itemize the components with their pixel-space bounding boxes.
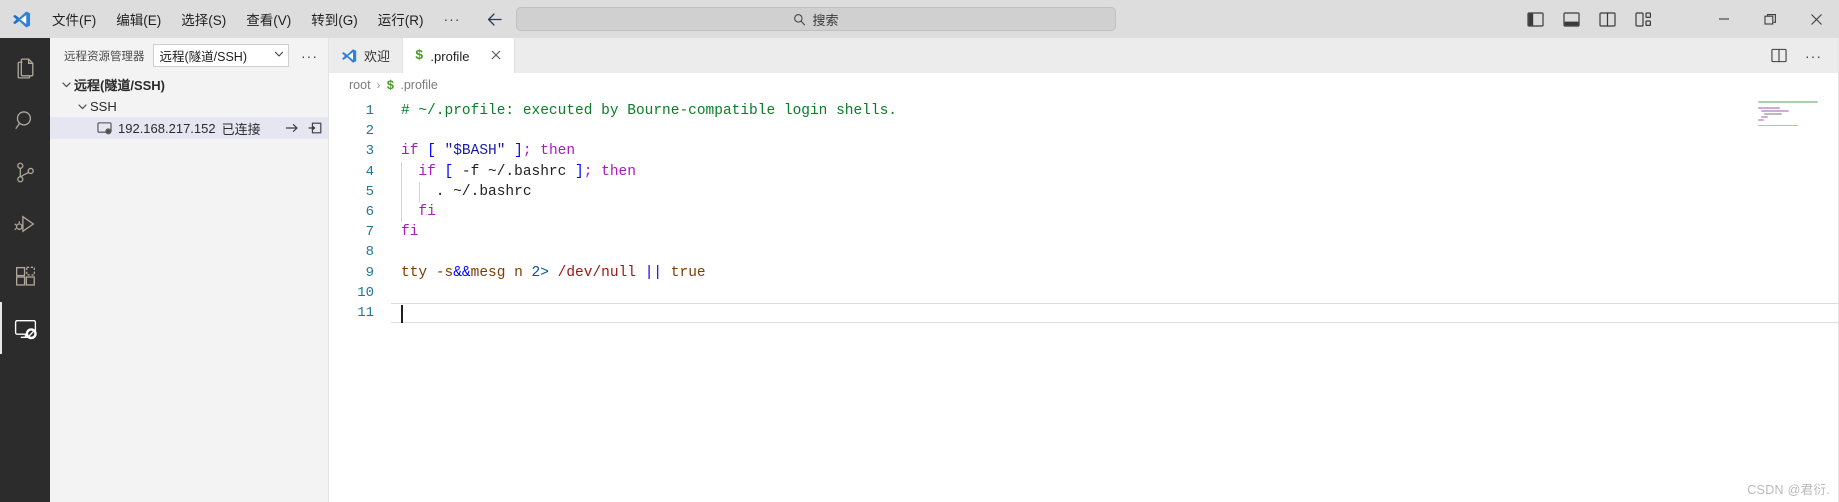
tree-item-remote-root[interactable]: 远程(隧道/SSH) <box>50 73 328 95</box>
close-icon[interactable] <box>1793 0 1839 38</box>
search-input[interactable]: 搜索 <box>516 7 1116 31</box>
line-number: 10 <box>357 284 374 301</box>
layout-toggles <box>1526 10 1653 29</box>
search-placeholder: 搜索 <box>812 12 839 28</box>
connect-in-new-window-icon[interactable] <box>308 121 322 135</box>
ssh-host-actions <box>277 121 322 135</box>
line-number: 3 <box>365 143 374 160</box>
sidebar-header: 远程资源管理器 远程(隧道/SSH) ··· <box>50 38 328 73</box>
code-line-5: . ~/.bashrc <box>391 181 1838 202</box>
tree-item-remote-root-label: 远程(隧道/SSH) <box>74 77 166 93</box>
toggle-secondary-sidebar-icon[interactable] <box>1598 10 1617 29</box>
toggle-primary-sidebar-icon[interactable] <box>1526 10 1545 29</box>
menu-run[interactable]: 运行(R) <box>368 0 434 38</box>
sidebar-title: 远程资源管理器 <box>64 50 145 63</box>
activity-run-debug[interactable] <box>0 198 50 250</box>
activity-search[interactable] <box>0 94 50 146</box>
tab-bar: 欢迎 $ .profile ··· <box>329 38 1838 73</box>
tab-welcome[interactable]: 欢迎 <box>329 38 404 73</box>
menu-bar: 文件(F) 编辑(E) 选择(S) 查看(V) 转到(G) 运行(R) ··· <box>42 0 471 38</box>
minimize-icon[interactable] <box>1701 0 1747 38</box>
tree-item-ssh-group-label: SSH <box>90 98 117 114</box>
split-editor-icon[interactable] <box>1771 48 1787 63</box>
line-number: 9 <box>365 264 374 281</box>
customize-layout-icon[interactable] <box>1634 10 1653 29</box>
more-actions-icon[interactable]: ··· <box>1805 48 1822 64</box>
activity-extensions[interactable] <box>0 250 50 302</box>
code-line-3: if [ "$BASH" ]; then <box>401 143 576 160</box>
activity-bar <box>0 38 50 502</box>
line-number: 11 <box>357 304 374 321</box>
sidebar-more-actions-button[interactable]: ··· <box>297 48 322 64</box>
code-line-6: fi <box>391 201 1838 223</box>
restore-icon[interactable] <box>1747 0 1793 38</box>
menu-selection[interactable]: 选择(S) <box>171 0 236 38</box>
close-icon[interactable] <box>490 49 502 64</box>
line-number: 6 <box>365 203 374 220</box>
code-line-1: # ~/.profile: executed by Bourne-compati… <box>391 101 1838 121</box>
line-number: 2 <box>365 123 374 140</box>
activity-source-control[interactable] <box>0 146 50 198</box>
code-line-7: fi <box>401 224 419 241</box>
ssh-host-status: 已连接 <box>221 121 261 137</box>
menu-file[interactable]: 文件(F) <box>42 0 106 38</box>
text-cursor <box>401 304 403 323</box>
shell-dollar-icon: $ <box>415 48 424 64</box>
line-number: 1 <box>365 103 374 119</box>
code-editor[interactable]: 1 2 3 4 5 6 7 8 9 10 11 # ~/.profile: ex… <box>329 97 1838 502</box>
breadcrumb-separator: › <box>376 78 381 92</box>
menu-goto[interactable]: 转到(G) <box>301 0 368 38</box>
code-line-4: if [ -f ~/.bashrc ]; then <box>391 161 1838 182</box>
search-icon <box>793 13 806 26</box>
watermark-text: CSDN @君衍. <box>1747 483 1830 497</box>
vscode-welcome-icon <box>341 48 357 64</box>
editor-actions: ··· <box>1771 38 1838 73</box>
sidebar-remote-explorer: 远程资源管理器 远程(隧道/SSH) ··· 远程(隧道/SSH) SSH 19… <box>50 38 329 502</box>
chevron-down-icon <box>74 101 90 112</box>
line-number: 5 <box>365 183 374 200</box>
editor-vertical-scrollbar[interactable] <box>1824 97 1838 502</box>
remote-target-value: 远程(隧道/SSH) <box>159 50 248 64</box>
code-line-1-text: # ~/.profile: executed by Bourne-compati… <box>401 103 897 119</box>
menu-overflow-button[interactable]: ··· <box>434 0 471 38</box>
window-controls <box>1701 0 1839 38</box>
tab-profile[interactable]: $ .profile <box>403 38 516 73</box>
tree-item-ssh-host-label: 192.168.217.152 <box>118 120 216 136</box>
chevron-down-icon <box>274 49 284 62</box>
toggle-panel-icon[interactable] <box>1562 10 1581 29</box>
connect-in-current-window-icon[interactable] <box>285 121 299 135</box>
code-line-11 <box>391 302 1838 324</box>
breadcrumb-file[interactable]: .profile <box>400 78 438 92</box>
activity-remote-explorer[interactable] <box>0 302 50 354</box>
chevron-down-icon <box>58 79 74 90</box>
breadcrumb-root[interactable]: root <box>349 78 371 92</box>
line-number-gutter: 1 2 3 4 5 6 7 8 9 10 11 <box>329 97 391 502</box>
editor-area: 欢迎 $ .profile ··· root › $ .profile 1 2 … <box>329 38 1838 502</box>
vscode-logo-icon <box>0 10 42 29</box>
activity-explorer[interactable] <box>0 42 50 94</box>
line-number: 7 <box>365 224 374 241</box>
shell-dollar-icon: $ <box>386 77 395 93</box>
line-number: 4 <box>365 163 374 180</box>
tab-welcome-label: 欢迎 <box>364 49 391 64</box>
remote-host-icon <box>96 121 113 135</box>
workbench-body: 远程资源管理器 远程(隧道/SSH) ··· 远程(隧道/SSH) SSH 19… <box>0 38 1839 502</box>
title-bar: 文件(F) 编辑(E) 选择(S) 查看(V) 转到(G) 运行(R) ··· … <box>0 0 1839 38</box>
breadcrumb: root › $ .profile <box>329 73 1838 97</box>
remote-target-select[interactable]: 远程(隧道/SSH) <box>152 44 289 67</box>
arrow-left-icon[interactable] <box>485 9 505 29</box>
vscode-window: 文件(F) 编辑(E) 选择(S) 查看(V) 转到(G) 运行(R) ··· … <box>0 0 1839 502</box>
menu-view[interactable]: 查看(V) <box>236 0 301 38</box>
code-line-9: tty -s&&mesg n 2> /dev/null || true <box>401 264 706 281</box>
tree-item-ssh-group[interactable]: SSH <box>50 95 328 117</box>
tree-item-ssh-host[interactable]: 192.168.217.152 已连接 <box>50 117 328 139</box>
line-number: 8 <box>365 244 374 261</box>
code-content[interactable]: # ~/.profile: executed by Bourne-compati… <box>391 97 1838 502</box>
menu-edit[interactable]: 编辑(E) <box>106 0 171 38</box>
tab-profile-label: .profile <box>430 48 470 64</box>
